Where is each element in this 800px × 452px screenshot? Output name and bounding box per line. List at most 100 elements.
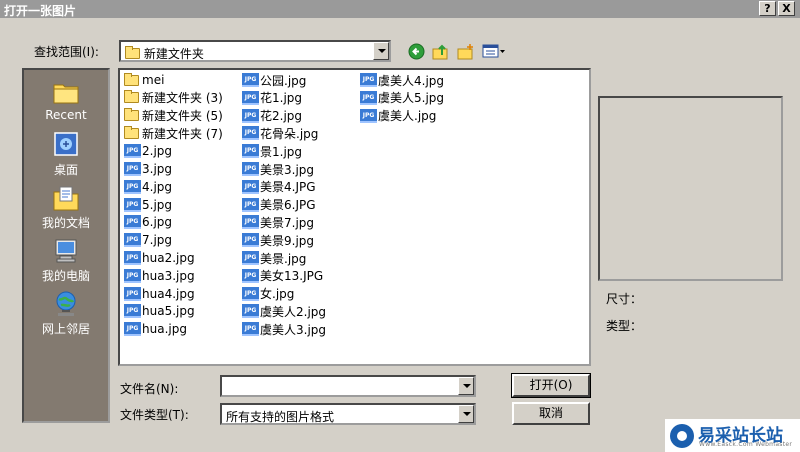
desktop-icon <box>51 131 81 159</box>
file-name: 7.jpg <box>142 233 173 248</box>
file-item[interactable]: mei <box>124 71 164 89</box>
jpg-file-icon: JPG <box>242 304 259 319</box>
file-item[interactable]: JPG hua.jpg <box>124 320 187 338</box>
file-item[interactable]: JPG 美景9.jpg <box>242 231 314 249</box>
chevron-down-icon[interactable] <box>458 405 474 423</box>
file-item[interactable]: JPG 7.jpg <box>124 231 172 249</box>
places-bar: Recent 桌面 我的文档 我的电脑 网上邻居 <box>22 68 110 423</box>
file-name: 美景6.JPG <box>260 198 316 213</box>
file-name: 美景9.jpg <box>260 233 315 248</box>
jpg-file-icon: JPG <box>360 73 377 87</box>
file-name: 新建文件夹 (3) <box>142 91 223 106</box>
folder-icon <box>124 90 139 104</box>
file-item[interactable]: 新建文件夹 (5) <box>124 107 223 125</box>
file-name: 美女13.JPG <box>260 269 324 284</box>
place-recent[interactable]: Recent <box>24 78 108 122</box>
jpg-file-icon: JPG <box>360 90 377 105</box>
file-item[interactable]: JPG 美景7.jpg <box>242 213 314 231</box>
file-name: 公园.jpg <box>260 73 307 88</box>
file-item[interactable]: JPG 花骨朵.jpg <box>242 124 318 142</box>
file-name: 新建文件夹 (5) <box>142 109 223 124</box>
jpg-file-icon: JPG <box>242 233 259 248</box>
jpg-file-icon: JPG <box>124 322 141 337</box>
file-item[interactable]: JPG 女.jpg <box>242 285 294 303</box>
jpg-file-icon: JPG <box>124 268 141 283</box>
new-folder-button[interactable] <box>456 42 476 60</box>
file-name: 6.jpg <box>142 215 173 230</box>
view-menu-icon <box>482 44 505 58</box>
place-network[interactable]: 网上邻居 <box>24 290 108 337</box>
place-label: 我的电脑 <box>41 269 90 283</box>
chevron-down-icon[interactable] <box>458 377 474 395</box>
file-item[interactable]: JPG 4.jpg <box>124 178 172 196</box>
file-name: 新建文件夹 (7) <box>142 126 223 141</box>
file-name: hua4.jpg <box>142 286 195 301</box>
look-in-combo[interactable]: 新建文件夹 <box>119 40 391 62</box>
back-button[interactable] <box>406 42 426 60</box>
folder-icon <box>124 72 139 86</box>
file-list[interactable]: mei 新建文件夹 (3) 新建文件夹 (5) 新建文件夹 (7) JPG 2.jpg JP… <box>118 68 591 366</box>
file-item[interactable]: JPG 美女13.JPG <box>242 267 323 285</box>
file-item[interactable]: JPG hua4.jpg <box>124 285 195 303</box>
file-item[interactable]: JPG hua3.jpg <box>124 267 195 285</box>
file-item[interactable]: JPG 虞美人.jpg <box>360 107 436 125</box>
file-item[interactable]: JPG 3.jpg <box>124 160 172 178</box>
file-name: 美景7.jpg <box>260 215 315 230</box>
my-computer-icon <box>51 237 81 265</box>
file-name: 虞美人4.jpg <box>378 73 445 88</box>
place-label: 网上邻居 <box>41 322 90 336</box>
view-menu-button[interactable] <box>481 42 507 60</box>
file-item[interactable]: JPG 5.jpg <box>124 196 172 214</box>
jpg-file-icon: JPG <box>242 108 259 123</box>
file-item[interactable]: JPG 公园.jpg <box>242 71 306 89</box>
file-name: 美景3.jpg <box>260 162 315 177</box>
file-item[interactable]: JPG 虞美人3.jpg <box>242 320 326 338</box>
file-item[interactable]: JPG 2.jpg <box>124 142 172 160</box>
close-button[interactable]: X <box>778 1 795 16</box>
file-item[interactable]: JPG 美景4.JPG <box>242 178 316 196</box>
jpg-file-icon: JPG <box>360 108 377 123</box>
file-item[interactable]: JPG hua2.jpg <box>124 249 195 267</box>
file-item[interactable]: JPG 花2.jpg <box>242 107 302 125</box>
new-folder-icon <box>457 43 473 59</box>
recent-folder-icon <box>51 78 81 106</box>
file-name: 虞美人.jpg <box>378 109 437 124</box>
network-icon <box>51 290 81 318</box>
file-item[interactable]: JPG hua5.jpg <box>124 302 195 320</box>
file-item[interactable]: JPG 6.jpg <box>124 213 172 231</box>
file-item[interactable]: 新建文件夹 (7) <box>124 124 223 142</box>
cancel-button[interactable]: 取消 <box>512 402 590 425</box>
jpg-file-icon: JPG <box>124 179 141 194</box>
jpg-file-icon: JPG <box>242 126 259 141</box>
chevron-down-icon[interactable] <box>373 42 389 60</box>
file-name: mei <box>142 73 165 87</box>
jpg-file-icon: JPG <box>242 322 259 337</box>
place-desktop[interactable]: 桌面 <box>24 131 108 178</box>
file-item[interactable]: JPG 虞美人5.jpg <box>360 89 444 107</box>
place-label: Recent <box>45 108 87 122</box>
file-item[interactable]: JPG 美景3.jpg <box>242 160 314 178</box>
type-label: 类型： <box>606 319 643 333</box>
jpg-file-icon: JPG <box>124 286 141 301</box>
help-button[interactable]: ? <box>759 1 776 16</box>
place-my-computer[interactable]: 我的电脑 <box>24 237 108 284</box>
look-in-value: 新建文件夹 <box>143 47 204 61</box>
file-item[interactable]: JPG 虞美人4.jpg <box>360 71 444 89</box>
place-my-documents[interactable]: 我的文档 <box>24 184 108 231</box>
file-item[interactable]: JPG 虞美人2.jpg <box>242 302 326 320</box>
size-label: 尺寸： <box>606 292 643 306</box>
filetype-select[interactable]: 所有支持的图片格式 <box>220 403 476 425</box>
open-button[interactable]: 打开(O) <box>511 373 591 398</box>
jpg-file-icon: JPG <box>124 304 141 319</box>
jpg-file-icon: JPG <box>242 286 259 301</box>
folder-icon <box>124 125 139 139</box>
file-item[interactable]: JPG 花1.jpg <box>242 89 302 107</box>
file-name: hua5.jpg <box>142 304 195 319</box>
file-item[interactable]: JPG 美景.jpg <box>242 249 306 267</box>
file-item[interactable]: 新建文件夹 (3) <box>124 89 223 107</box>
file-item[interactable]: JPG 景1.jpg <box>242 142 302 160</box>
file-item[interactable]: JPG 美景6.JPG <box>242 196 316 214</box>
filename-input[interactable] <box>220 375 476 397</box>
up-folder-icon <box>432 44 448 59</box>
up-folder-button[interactable] <box>431 42 451 60</box>
